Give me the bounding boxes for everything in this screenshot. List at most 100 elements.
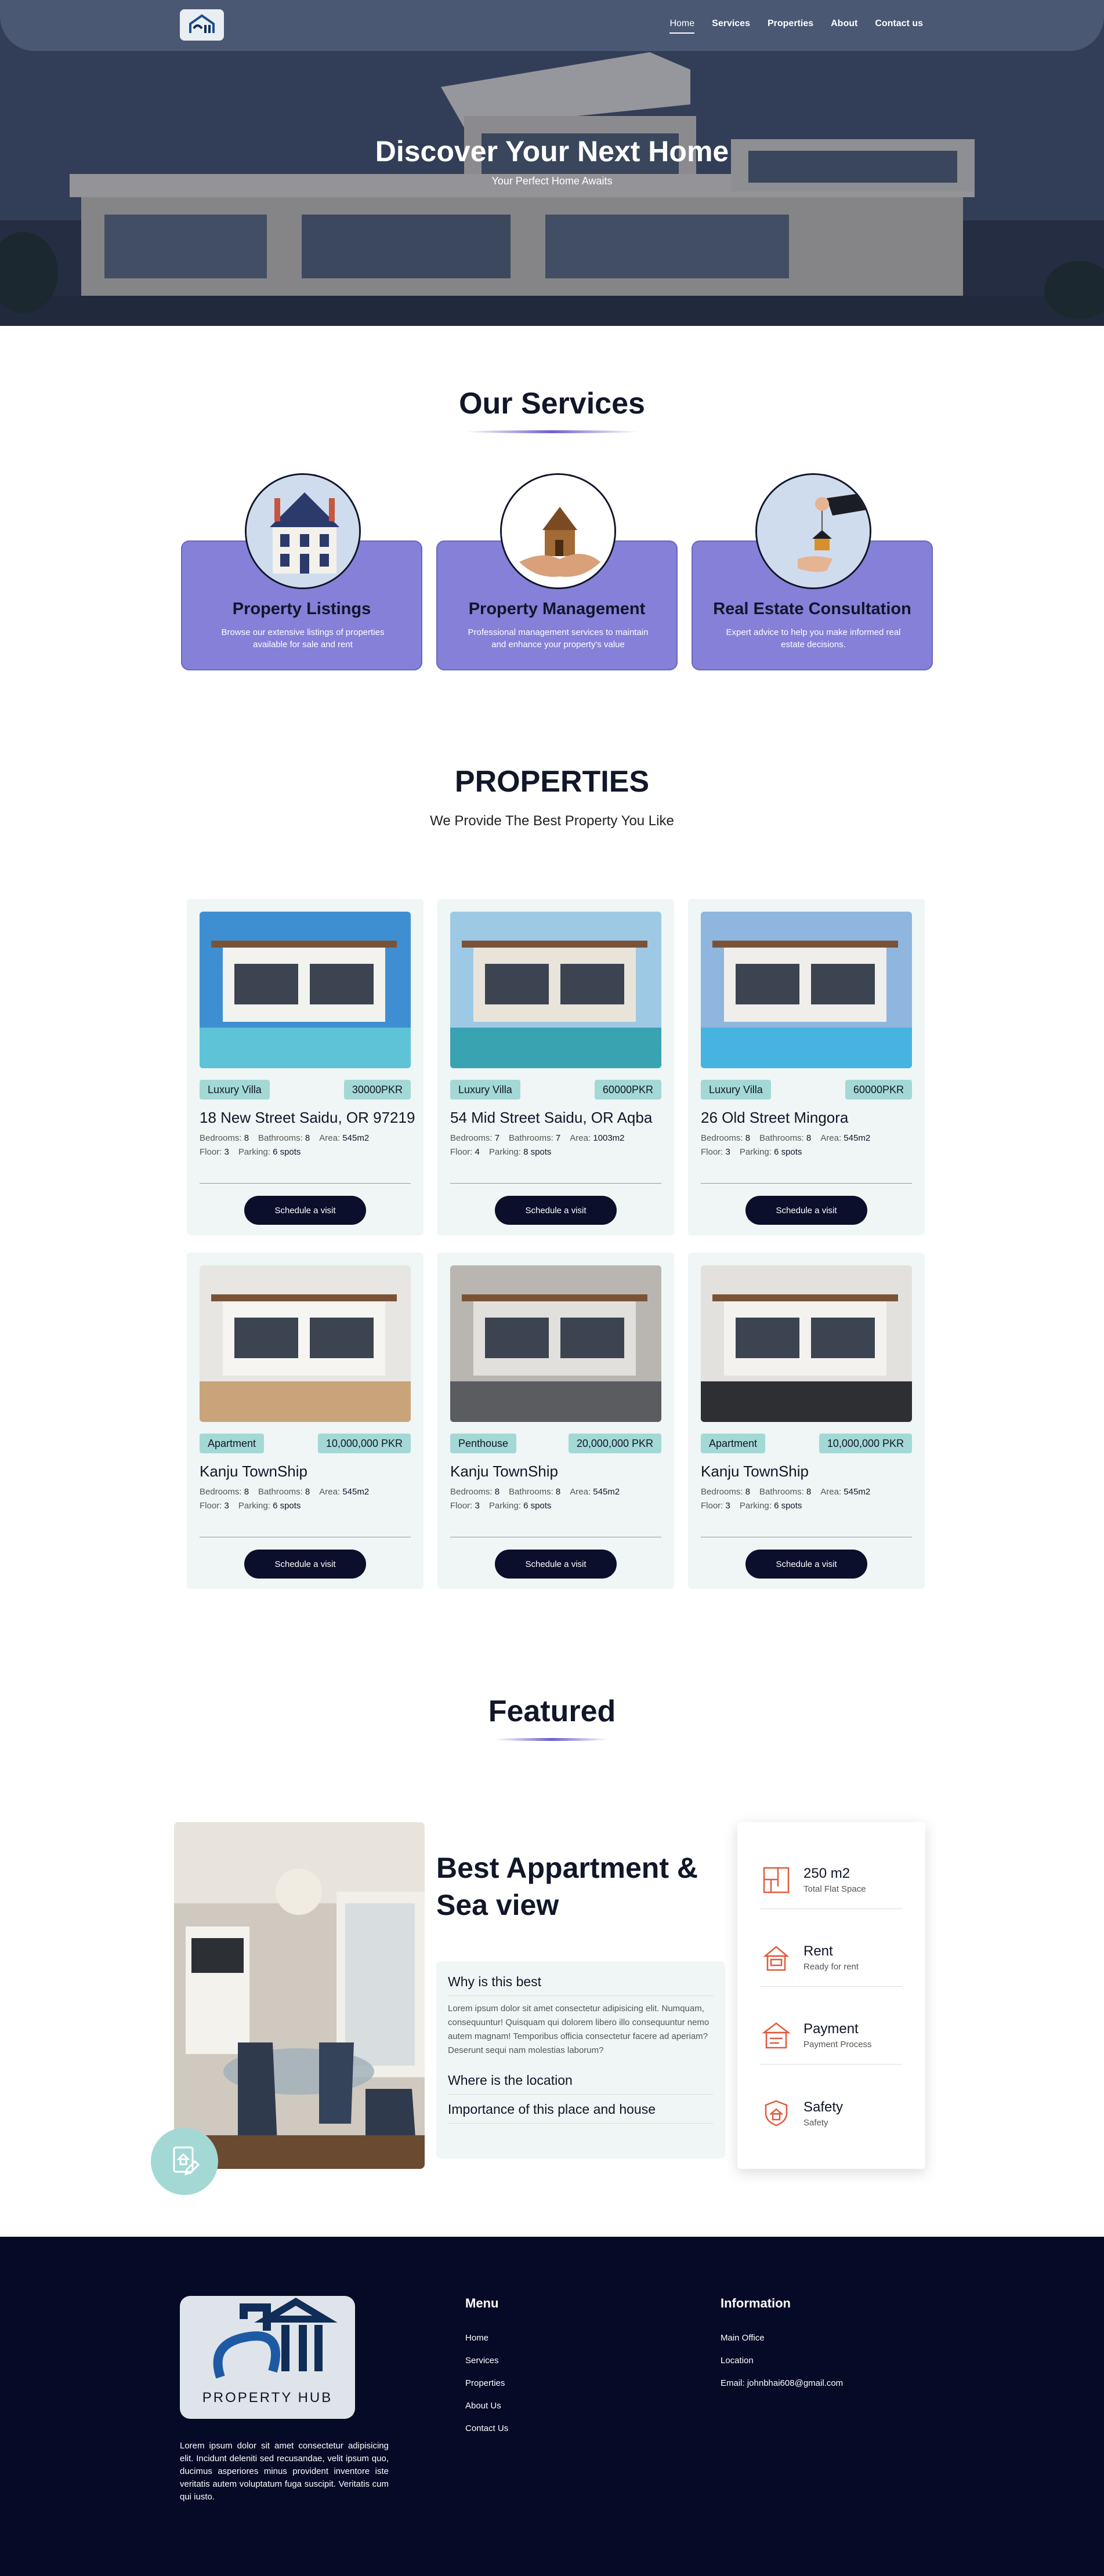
- properties-section: PROPERTIES We Provide The Best Property …: [0, 727, 1104, 1645]
- property-type-badge: Apartment: [200, 1434, 265, 1453]
- footer-info-location[interactable]: Location: [721, 2356, 843, 2365]
- nav-link-services[interactable]: Services: [712, 19, 750, 34]
- footer-info-title: Information: [721, 2296, 791, 2310]
- featured-stats: 250 m2 Total Flat Space Rent Ready for r…: [737, 1822, 925, 2169]
- nav-link-properties[interactable]: Properties: [768, 19, 813, 34]
- property-type-badge: Luxury Villa: [701, 1080, 771, 1100]
- footer-info-email[interactable]: Email: johnbhai608@gmail.com: [721, 2378, 843, 2388]
- footer-info-office[interactable]: Main Office: [721, 2333, 843, 2343]
- property-price-badge: 30000PKR: [343, 1080, 411, 1100]
- property-image[interactable]: [200, 1265, 411, 1422]
- property-type-badge: Luxury Villa: [200, 1080, 270, 1100]
- house-logo-icon: [189, 14, 215, 33]
- footer: PROPERTY HUB Lorem ipsum dolor sit amet …: [0, 2237, 1104, 2576]
- service-image-listings: [245, 473, 361, 589]
- properties-subtitle: We Provide The Best Property You Like: [430, 813, 674, 829]
- faq-question-location[interactable]: Where is the location: [448, 2066, 714, 2095]
- property-specs: Bedrooms: 8 Bathrooms: 8 Area: 545m2: [701, 1487, 871, 1497]
- service-title-consultation: Real Estate Consultation: [713, 600, 911, 618]
- property-specs-extra: Floor: 3 Parking: 6 spots: [200, 1501, 301, 1511]
- property-card[interactable]: Penthouse 20,000,000 PKR Kanju TownShip …: [437, 1253, 674, 1589]
- property-image[interactable]: [701, 912, 912, 1068]
- stat-payment-label: Payment Process: [803, 2040, 872, 2049]
- footer-link-contact[interactable]: Contact Us: [465, 2423, 508, 2433]
- schedule-visit-button[interactable]: Schedule a visit: [495, 1196, 617, 1225]
- property-specs-extra: Floor: 3 Parking: 6 spots: [450, 1501, 552, 1511]
- property-specs: Bedrooms: 8 Bathrooms: 8 Area: 545m2: [450, 1487, 620, 1497]
- service-card-consultation[interactable]: Real Estate Consultation Expert advice t…: [692, 473, 933, 670]
- stat-space: 250 m2 Total Flat Space: [761, 1851, 902, 1909]
- property-divider: [450, 1183, 661, 1184]
- hero-subtitle: Your Perfect Home Awaits: [491, 175, 613, 187]
- service-card-listings[interactable]: Property Listings Browse our extensive l…: [181, 473, 422, 670]
- stat-payment: Payment Payment Process: [761, 2007, 902, 2065]
- nav-link-home[interactable]: Home: [669, 19, 695, 34]
- property-card[interactable]: Apartment 10,000,000 PKR Kanju TownShip …: [688, 1253, 925, 1589]
- service-card-management[interactable]: Property Management Professional managem…: [436, 473, 678, 670]
- schedule-visit-button[interactable]: Schedule a visit: [495, 1550, 617, 1579]
- footer-logo[interactable]: PROPERTY HUB: [180, 2296, 355, 2419]
- property-card[interactable]: Luxury Villa 60000PKR 26 Old Street Ming…: [688, 899, 925, 1235]
- property-price-badge: 10,000,000 PKR: [819, 1434, 912, 1453]
- property-type-badge: Penthouse: [450, 1434, 517, 1453]
- stat-safety-value: Safety: [803, 2099, 844, 2115]
- property-type-badge: Luxury Villa: [450, 1080, 520, 1100]
- property-specs: Bedrooms: 8 Bathrooms: 8 Area: 545m2: [200, 1133, 370, 1143]
- stat-rent-value: Rent: [803, 1943, 833, 1959]
- faq-question-why[interactable]: Why is this best: [448, 1974, 714, 1996]
- services-section: Our Services Property Listings Browse ou…: [0, 326, 1104, 727]
- contract-icon: [173, 2146, 200, 2176]
- property-image[interactable]: [450, 912, 661, 1068]
- schedule-visit-button[interactable]: Schedule a visit: [244, 1550, 366, 1579]
- services-title-underline: [465, 430, 639, 433]
- property-address: Kanju TownShip: [701, 1463, 809, 1480]
- property-card[interactable]: Luxury Villa 60000PKR 54 Mid Street Said…: [437, 899, 674, 1235]
- property-specs-extra: Floor: 3 Parking: 6 spots: [701, 1147, 802, 1157]
- safety-icon: [765, 2100, 788, 2127]
- property-type-badge: Apartment: [701, 1434, 766, 1453]
- stat-space-label: Total Flat Space: [803, 1884, 866, 1894]
- property-address: 18 New Street Saidu, OR 97219: [200, 1109, 415, 1126]
- nav-logo[interactable]: [180, 9, 224, 41]
- footer-link-home[interactable]: Home: [465, 2333, 508, 2343]
- footer-link-properties[interactable]: Properties: [465, 2378, 508, 2388]
- stat-payment-value: Payment: [803, 2021, 859, 2037]
- service-title-management: Property Management: [468, 600, 646, 618]
- service-title-listings: Property Listings: [232, 600, 371, 618]
- featured-badge: [151, 2128, 218, 2195]
- footer-info: Information Main Office Location Email: …: [721, 2296, 843, 2401]
- property-address: Kanju TownShip: [450, 1463, 558, 1480]
- schedule-visit-button[interactable]: Schedule a visit: [745, 1196, 867, 1225]
- house-logo-icon: [213, 2298, 338, 2379]
- service-desc-listings: Browse our extensive listings of propert…: [221, 627, 385, 650]
- payment-icon: [762, 2022, 791, 2048]
- property-image[interactable]: [701, 1265, 912, 1422]
- service-desc-management: Professional management services to main…: [468, 627, 649, 650]
- footer-menu-title: Menu: [465, 2296, 499, 2310]
- service-image-consultation: [755, 473, 871, 589]
- footer-link-services[interactable]: Services: [465, 2356, 508, 2365]
- hero-section: Home Services Properties About Contact u…: [0, 0, 1104, 326]
- property-image[interactable]: [450, 1265, 661, 1422]
- stat-rent: Rent Ready for rent: [761, 1929, 902, 1987]
- rent-icon: [763, 1945, 790, 1971]
- nav-link-about[interactable]: About: [831, 19, 857, 34]
- property-card[interactable]: Apartment 10,000,000 PKR Kanju TownShip …: [187, 1253, 423, 1589]
- property-image[interactable]: [200, 912, 411, 1068]
- stat-rent-label: Ready for rent: [803, 1962, 859, 1972]
- services-title: Our Services: [459, 387, 645, 420]
- floorplan-icon: [763, 1867, 790, 1893]
- property-price-badge: 60000PKR: [594, 1080, 661, 1100]
- footer-logo-text: PROPERTY HUB: [202, 2390, 333, 2406]
- property-price-badge: 60000PKR: [845, 1080, 912, 1100]
- schedule-visit-button[interactable]: Schedule a visit: [745, 1550, 867, 1579]
- properties-title: PROPERTIES: [454, 765, 650, 799]
- property-card[interactable]: Luxury Villa 30000PKR 18 New Street Said…: [187, 899, 423, 1235]
- footer-link-about[interactable]: About Us: [465, 2401, 508, 2411]
- featured-heading: Best Appartment & Sea view: [436, 1852, 698, 1921]
- property-specs: Bedrooms: 7 Bathrooms: 7 Area: 1003m2: [450, 1133, 625, 1143]
- schedule-visit-button[interactable]: Schedule a visit: [244, 1196, 366, 1225]
- nav-link-contact[interactable]: Contact us: [875, 19, 923, 34]
- featured-section: Featured Best Appartment & Sea view Why …: [0, 1645, 1104, 2237]
- faq-question-importance[interactable]: Importance of this place and house: [448, 2095, 714, 2124]
